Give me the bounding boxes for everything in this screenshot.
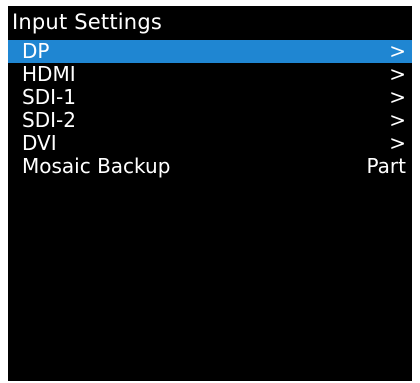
menu-item-hdmi[interactable]: HDMI > <box>8 63 412 86</box>
mosaic-backup-value: Part <box>366 154 406 178</box>
menu-item-label: DP <box>22 39 50 63</box>
input-settings-screen: Input Settings DP > HDMI > SDI-1 > SDI-2… <box>8 6 412 381</box>
chevron-right-icon: > <box>389 85 406 109</box>
menu-item-label: DVI <box>22 131 57 155</box>
menu-item-label: SDI-1 <box>22 85 76 109</box>
screen-title: Input Settings <box>12 10 162 34</box>
menu-item-label: SDI-2 <box>22 108 76 132</box>
menu-item-label: HDMI <box>22 62 76 86</box>
menu-item-dvi[interactable]: DVI > <box>8 132 412 155</box>
chevron-right-icon: > <box>389 62 406 86</box>
menu-item-label: Mosaic Backup <box>22 154 171 178</box>
chevron-right-icon: > <box>389 131 406 155</box>
menu-item-sdi-1[interactable]: SDI-1 > <box>8 86 412 109</box>
menu-item-sdi-2[interactable]: SDI-2 > <box>8 109 412 132</box>
chevron-right-icon: > <box>389 108 406 132</box>
input-settings-menu: DP > HDMI > SDI-1 > SDI-2 > DVI > Mosaic… <box>8 40 412 178</box>
chevron-right-icon: > <box>389 39 406 63</box>
menu-item-dp[interactable]: DP > <box>8 40 412 63</box>
menu-item-mosaic-backup[interactable]: Mosaic Backup Part <box>8 155 412 178</box>
